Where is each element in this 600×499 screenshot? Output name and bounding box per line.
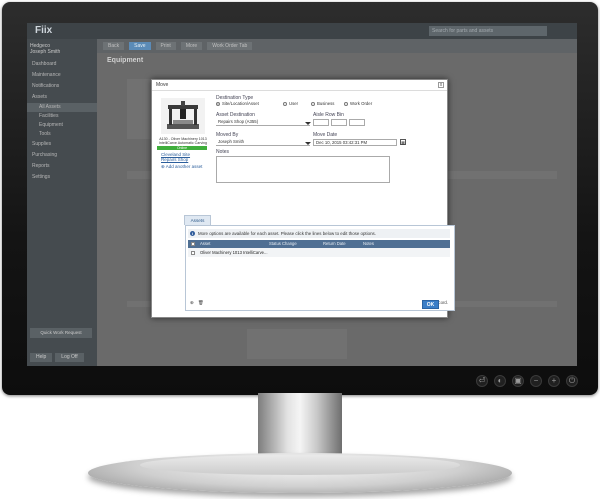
power-icon[interactable]: ⏻ [566, 375, 578, 387]
sidebar-item-reports[interactable]: Reports [27, 161, 97, 172]
info-icon: i [190, 231, 195, 236]
radio-selected-icon [216, 101, 220, 106]
asset-destination-label: Asset Destination [216, 112, 255, 118]
status-badge: Online [157, 146, 207, 150]
sidebar-item-notifications[interactable]: Notifications [27, 81, 97, 92]
move-date-label: Move Date [313, 132, 338, 138]
back-button[interactable]: Back [103, 42, 125, 50]
radio-label: User [289, 101, 299, 106]
work-order-tab-button[interactable]: Work Order Tab [207, 42, 253, 50]
asset-destination-select[interactable]: Repairs Shop (A355) [216, 119, 310, 126]
background-form-block [247, 329, 347, 359]
sidebar-item-supplies[interactable]: Supplies [27, 139, 97, 150]
radio-work-order[interactable]: Work Order [344, 101, 372, 106]
toolbar: Back Save Print More Work Order Tab [97, 39, 577, 53]
location-link-repairs[interactable]: Repairs Shop [161, 157, 190, 162]
grid-header: Asset Status Change Return Date Notes [188, 240, 450, 248]
move-date-field[interactable]: Dec 10, 2015 03:42:31 PM [313, 139, 397, 146]
row-field[interactable] [331, 119, 347, 126]
moved-by-label: Moved By [216, 132, 239, 138]
print-button[interactable]: Print [155, 42, 176, 50]
user-name: Joseph Smith [30, 49, 61, 55]
aisle-row-bin-label: Aisle Row Bin [313, 112, 344, 118]
sidebar-item-purchasing[interactable]: Purchasing [27, 150, 97, 161]
bin-field[interactable] [349, 119, 365, 126]
calendar-icon[interactable]: ▦ [400, 139, 406, 145]
column-header-notes[interactable]: Notes [363, 240, 374, 248]
screen: Fiix Search for parts and assets Hedgeco… [27, 23, 577, 366]
input-icon[interactable]: ⏎ [476, 375, 488, 387]
dialog-header: Move x [152, 80, 447, 91]
grid-footer: ⊕ 🗑 1 record. [188, 299, 450, 307]
info-message: i More options are available for each as… [188, 229, 450, 238]
chevron-down-icon[interactable] [305, 142, 311, 145]
radio-user[interactable]: User [283, 101, 298, 106]
column-header-return-date[interactable]: Return Date [323, 240, 346, 248]
table-row[interactable]: Oliver Machinery 1013 IntelliCarve... [188, 248, 450, 257]
sidebar-item-tools[interactable]: Tools [27, 130, 97, 139]
close-icon[interactable]: x [438, 82, 444, 88]
trash-icon[interactable]: 🗑 [198, 299, 203, 307]
save-button[interactable]: Save [129, 42, 151, 50]
plus-icon[interactable]: + [548, 375, 560, 387]
add-another-label: Add another asset [165, 164, 203, 169]
menu-icon[interactable]: ◐ [494, 375, 506, 387]
radio-business[interactable]: Business [311, 101, 334, 106]
radio-icon [344, 101, 348, 106]
sidebar-footer: Help Log Off [30, 353, 84, 362]
page-title: Equipment [107, 57, 144, 64]
monitor-stand-base-top [140, 455, 460, 475]
radio-icon [311, 101, 315, 106]
more-button[interactable]: More [180, 42, 203, 50]
column-header-asset[interactable]: Asset [200, 240, 210, 248]
notes-textarea[interactable] [216, 156, 390, 183]
minus-icon[interactable]: − [530, 375, 542, 387]
notes-label: Notes [216, 149, 230, 155]
plus-icon: ⊕ [161, 164, 165, 169]
sidebar-item-settings[interactable]: Settings [27, 172, 97, 183]
monitor-buttons: ⏎ ◐ ▣ − + ⏻ [476, 375, 578, 387]
column-header-status-change[interactable]: Status Change [269, 240, 297, 248]
sidebar-item-facilities[interactable]: Facilities [27, 112, 97, 121]
sidebar-item-assets[interactable]: Assets [27, 92, 97, 103]
chevron-down-icon[interactable] [305, 122, 311, 125]
row-checkbox[interactable] [191, 248, 195, 257]
radio-icon [283, 101, 287, 106]
asset-image [161, 98, 205, 134]
user-info: Hedgeco Joseph Smith [27, 39, 97, 59]
dialog-title: Move [156, 82, 169, 88]
select-all-checkbox[interactable] [191, 240, 195, 248]
ok-button[interactable]: OK [422, 300, 439, 309]
sidebar-item-all-assets[interactable]: All Assets [27, 103, 97, 112]
lock-icon[interactable]: ▣ [512, 375, 524, 387]
add-another-asset-link[interactable]: ⊕ Add another asset [161, 164, 202, 169]
radio-label: Work Order [350, 101, 373, 106]
location-link[interactable]: Cleveland Site Repairs Shop [161, 152, 190, 162]
log-off-button[interactable]: Log Off [55, 353, 84, 362]
sidebar-item-dashboard[interactable]: Dashboard [27, 59, 97, 70]
tab-assets[interactable]: Assets [184, 215, 211, 225]
sidebar-item-maintenance[interactable]: Maintenance [27, 70, 97, 81]
radio-label: Business [317, 101, 335, 106]
row-asset-name: Oliver Machinery 1013 IntelliCarve... [200, 250, 268, 255]
monitor-frame: Fiix Search for parts and assets Hedgeco… [2, 2, 598, 395]
app-logo: Fiix [35, 25, 53, 36]
quick-work-request-button[interactable]: Quick Work Request [30, 328, 92, 338]
sidebar-item-equipment[interactable]: Equipment [27, 121, 97, 130]
move-dialog: Move x A130 - Oliver Machinery 1013 Inte… [151, 79, 455, 318]
aisle-field[interactable] [313, 119, 329, 126]
moved-by-select[interactable]: Joseph Smith [216, 139, 310, 146]
search-input[interactable]: Search for parts and assets [429, 26, 547, 36]
app-header: Fiix Search for parts and assets [27, 23, 577, 39]
radio-label: Site/Location/Asset [222, 101, 259, 106]
help-button[interactable]: Help [30, 353, 53, 362]
sidebar: Hedgeco Joseph Smith Dashboard Maintenan… [27, 39, 97, 366]
info-text: More options are available for each asse… [198, 231, 376, 236]
assets-grid: i More options are available for each as… [185, 225, 455, 311]
add-icon[interactable]: ⊕ [190, 299, 194, 307]
radio-site-location-asset[interactable]: Site/Location/Asset [216, 101, 259, 106]
